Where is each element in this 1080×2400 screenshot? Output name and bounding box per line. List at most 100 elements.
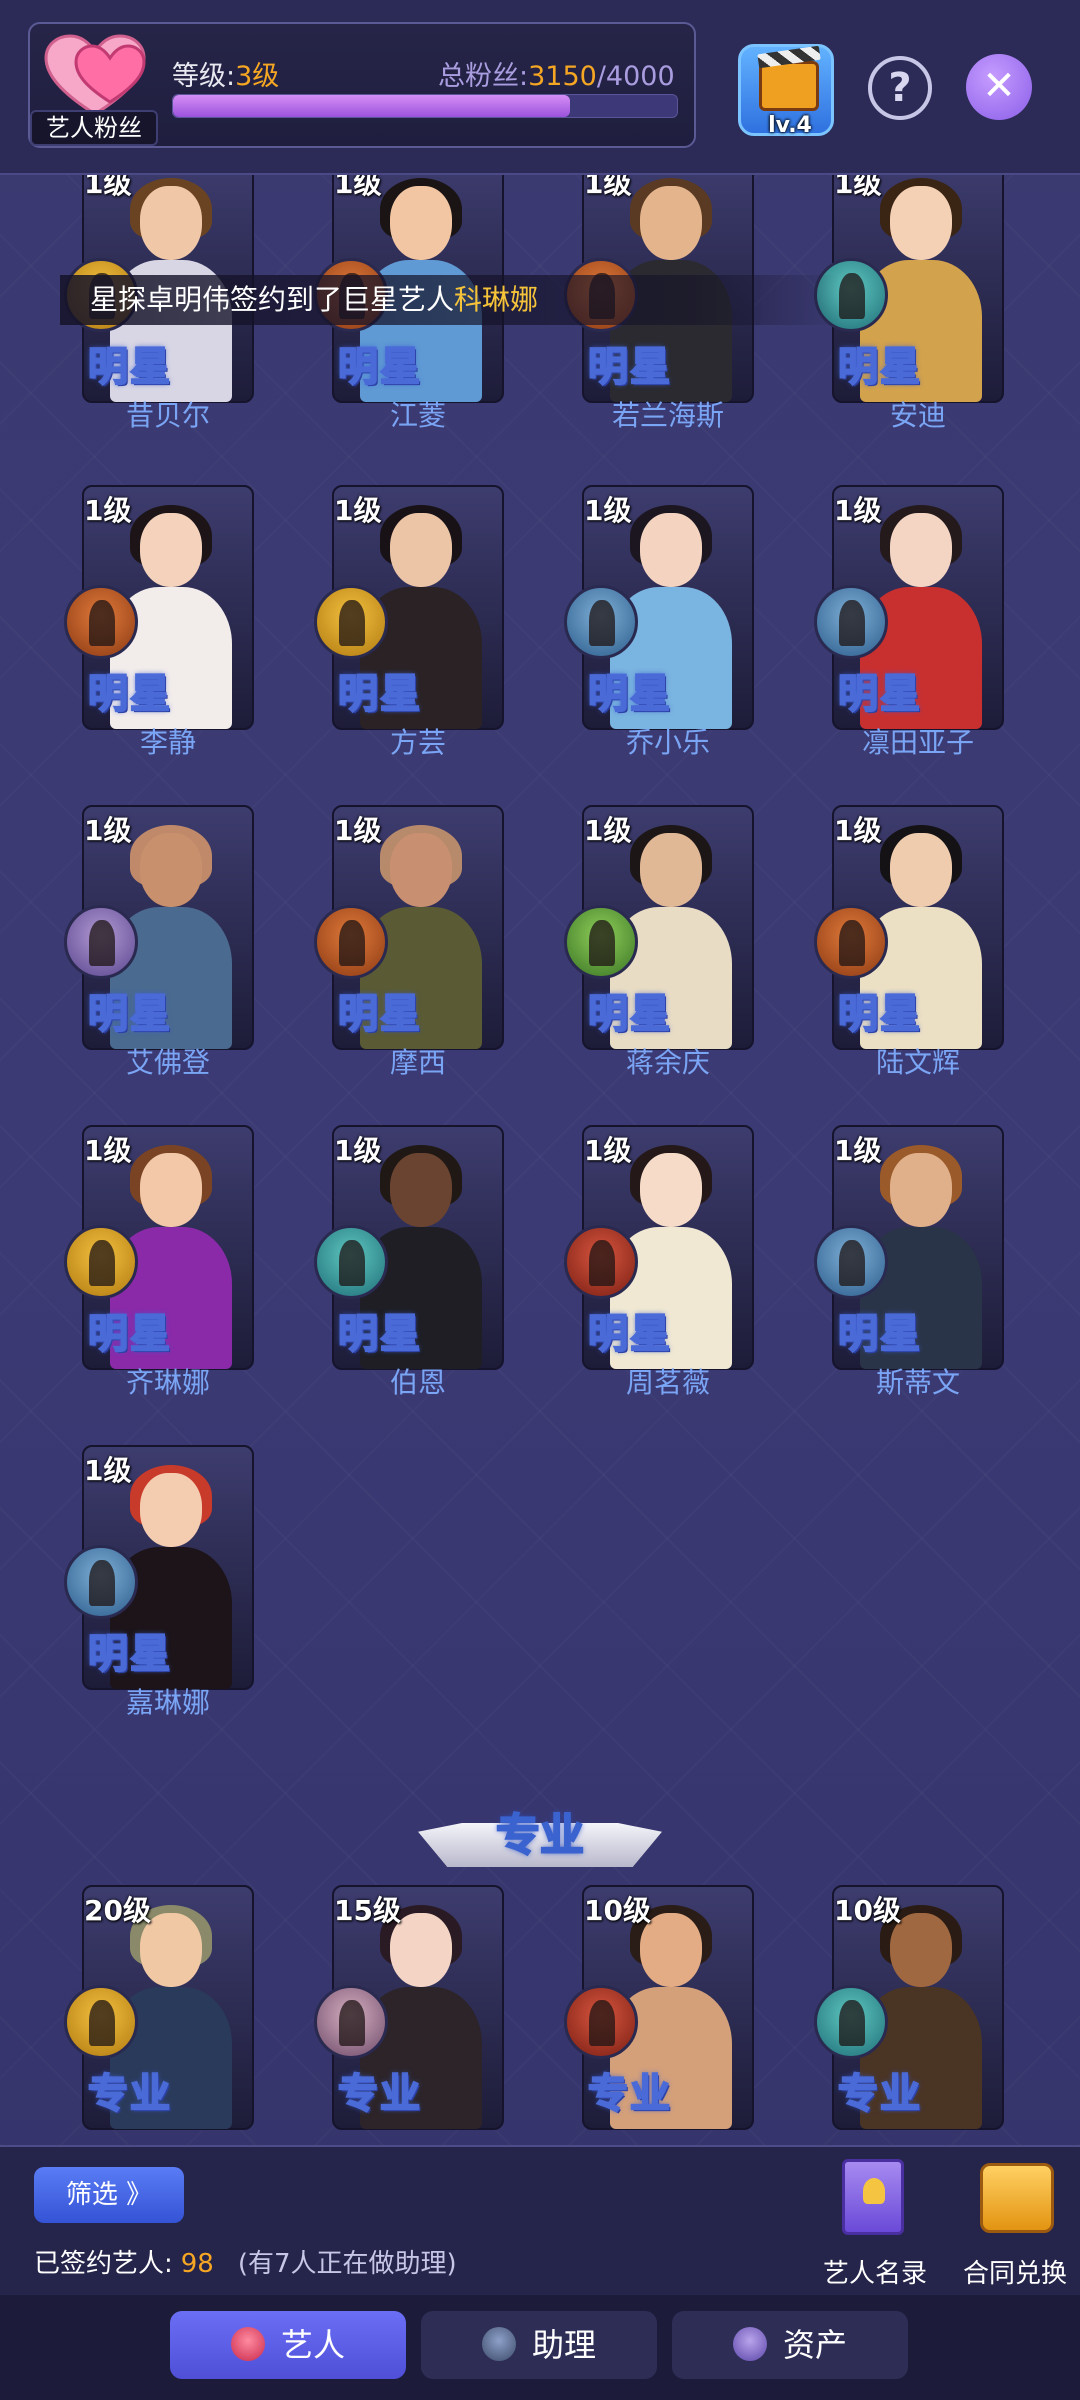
tab-assets[interactable]: 资产: [672, 2311, 908, 2379]
genre-silhouette-icon: [564, 585, 638, 659]
genre-silhouette-icon: [64, 1225, 138, 1299]
section-title: 专业: [495, 1809, 585, 1862]
artist-tier: 明星: [337, 990, 422, 1038]
artist-name[interactable]: 艾佛登: [48, 1041, 288, 1081]
artist-level: 1级: [84, 1134, 132, 1167]
artist-tier: 明星: [87, 670, 172, 718]
artist-name[interactable]: 方芸: [298, 721, 538, 761]
artist-level: 1级: [84, 814, 132, 847]
level-label: 等级:: [172, 61, 236, 92]
artist-name[interactable]: 凛田亚子: [798, 721, 1038, 761]
genre-silhouette-icon: [64, 1985, 138, 2059]
artist-level: 1级: [834, 494, 882, 527]
folder-icon: [980, 2163, 1054, 2233]
artist-name[interactable]: 伯恩: [298, 1361, 538, 1401]
studio-level-badge[interactable]: lv.4: [738, 44, 834, 138]
filter-button[interactable]: 筛选 》: [34, 2167, 184, 2223]
artist-name[interactable]: 嘉琳娜: [48, 1681, 288, 1721]
roster-label: 艺人名录: [822, 2259, 927, 2289]
assistant-icon: [481, 2327, 516, 2361]
assets-icon: [732, 2327, 767, 2361]
artist-card[interactable]: 1级明星: [314, 485, 504, 730]
artist-name[interactable]: 周茗薇: [548, 1361, 788, 1401]
artist-card[interactable]: 1级明星: [64, 805, 254, 1050]
genre-silhouette-icon: [814, 1985, 888, 2059]
artist-card[interactable]: 1级 明星: [64, 1125, 254, 1370]
artist-icon: [230, 2327, 265, 2361]
artist-tier: 明星: [837, 1310, 922, 1358]
artist-tier: 明星: [87, 990, 172, 1038]
artist-name[interactable]: 江菱: [298, 394, 538, 434]
genre-silhouette-icon: [64, 585, 138, 659]
genre-silhouette-icon: [314, 1985, 388, 2059]
artist-card[interactable]: 10级 专业: [814, 1885, 1004, 2130]
artist-name[interactable]: 陆文辉: [798, 1041, 1038, 1081]
artist-tier: 明星: [587, 670, 672, 718]
signed-note: (有7人正在做助理): [237, 2249, 457, 2279]
section-banner: 专业: [418, 1795, 662, 1875]
artist-card[interactable]: 1级 明星: [564, 805, 754, 1050]
artist-level: 1级: [584, 1134, 632, 1167]
tab-artist[interactable]: 艺人: [170, 2311, 406, 2379]
genre-silhouette-icon: [314, 905, 388, 979]
contract-exchange-button[interactable]: 合同兑换: [960, 2159, 1070, 2289]
artist-level: 1级: [334, 175, 382, 200]
notice-text: 星探卓明伟签约到了巨星艺人: [90, 283, 455, 316]
artist-name[interactable]: 蒋余庆: [548, 1041, 788, 1081]
artist-tier: 专业: [337, 2070, 422, 2118]
tab-assets-label: 资产: [782, 2326, 847, 2364]
artist-card[interactable]: 1级 明星: [814, 1125, 1004, 1370]
genre-silhouette-icon: [564, 1985, 638, 2059]
artist-tier: 明星: [837, 670, 922, 718]
artist-name[interactable]: 摩西: [298, 1041, 538, 1081]
artist-card[interactable]: 10级 专业: [564, 1885, 754, 2130]
artist-card[interactable]: 1级 明星: [814, 805, 1004, 1050]
artist-card[interactable]: 1级明星: [814, 485, 1004, 730]
artist-card[interactable]: 1级 明星: [814, 175, 1004, 403]
tab-bar: 艺人 助理 资产: [0, 2295, 1080, 2400]
fan-label: 艺人粉丝: [30, 110, 158, 146]
artist-name[interactable]: 齐琳娜: [48, 1361, 288, 1401]
clapperboard-icon: [759, 61, 819, 111]
notice-highlight: 科琳娜: [454, 283, 539, 316]
artist-name[interactable]: 昔贝尔: [48, 394, 288, 434]
artist-name[interactable]: 斯蒂文: [798, 1361, 1038, 1401]
artist-level: 15级: [334, 1894, 401, 1927]
artist-card[interactable]: 1级 明星: [64, 1445, 254, 1690]
tab-assistant[interactable]: 助理: [421, 2311, 657, 2379]
close-button[interactable]: ✕: [966, 54, 1032, 120]
artist-level: 10级: [584, 1894, 651, 1927]
artist-roster-button[interactable]: 艺人名录: [820, 2159, 930, 2289]
artist-level: 20级: [84, 1894, 151, 1927]
help-button[interactable]: ?: [868, 56, 932, 120]
artist-card[interactable]: 20级 专业: [64, 1885, 254, 2130]
genre-silhouette-icon: [564, 905, 638, 979]
genre-silhouette-icon: [314, 1225, 388, 1299]
artist-tier: 明星: [587, 343, 672, 391]
artist-tier: 明星: [337, 670, 422, 718]
artist-tier: 明星: [587, 990, 672, 1038]
artist-card[interactable]: 1级 明星: [314, 1125, 504, 1370]
artist-name[interactable]: 若兰海斯: [548, 394, 788, 434]
artist-card[interactable]: 1级明星: [564, 1125, 754, 1370]
studio-level-text: lv.4: [768, 113, 812, 138]
artist-level: 10级: [834, 1894, 901, 1927]
artist-level: 1级: [334, 494, 382, 527]
artist-card[interactable]: 1级 明星: [64, 485, 254, 730]
info-bar: 筛选 》 已签约艺人: 98 (有7人正在做助理) 艺人名录 合同兑换: [0, 2145, 1080, 2295]
header: 艺人粉丝 等级:3级 总粉丝:3150/4000 lv.4 ? ✕: [0, 0, 1080, 175]
tab-artist-label: 艺人: [280, 2326, 345, 2364]
artist-card[interactable]: 1级 明星: [314, 805, 504, 1050]
artist-card[interactable]: 1级 明星: [564, 485, 754, 730]
artist-card[interactable]: 15级专业: [314, 1885, 504, 2130]
artist-tier: 明星: [337, 343, 422, 391]
fan-panel[interactable]: 艺人粉丝 等级:3级 总粉丝:3150/4000: [28, 22, 696, 148]
artist-name[interactable]: 乔小乐: [548, 721, 788, 761]
artist-name[interactable]: 安迪: [798, 394, 1038, 434]
signing-notice: 星探卓明伟签约到了巨星艺人科琳娜: [60, 275, 840, 325]
roster-book-icon: [842, 2159, 904, 2235]
genre-silhouette-icon: [814, 905, 888, 979]
artist-level: 1级: [834, 814, 882, 847]
artist-tier: 明星: [587, 1310, 672, 1358]
artist-name[interactable]: 李静: [48, 721, 288, 761]
